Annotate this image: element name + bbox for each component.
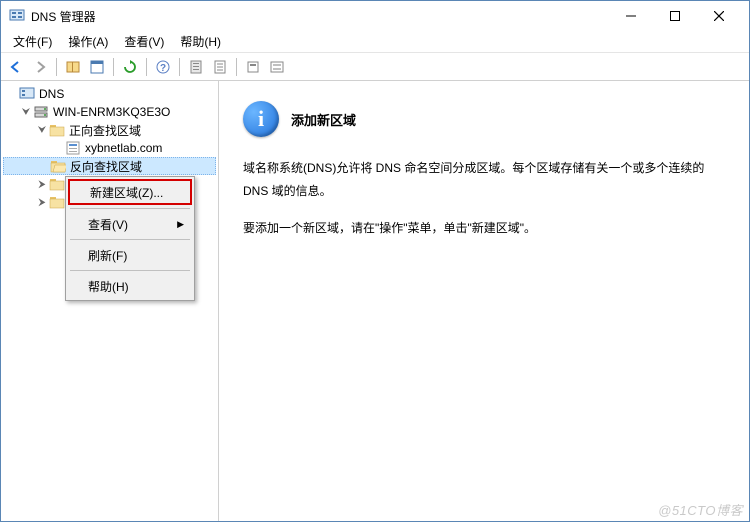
dns-icon [19, 86, 35, 102]
expander-icon[interactable]: ⮞ [35, 197, 49, 208]
toolbar-separator [179, 58, 180, 76]
tree-reverse-zone[interactable]: 反向查找区域 [3, 157, 216, 175]
menu-view[interactable]: 查看(V) [116, 30, 172, 53]
ctx-refresh[interactable]: 刷新(F) [68, 243, 192, 267]
menu-file[interactable]: 文件(F) [5, 30, 60, 53]
ctx-separator [70, 239, 190, 240]
toolbar-icon-b[interactable] [209, 56, 231, 78]
tree-label: DNS [39, 87, 64, 101]
tree-label: 正向查找区域 [69, 122, 141, 139]
window-title: DNS 管理器 [31, 8, 609, 25]
refresh-button[interactable] [119, 56, 141, 78]
toolbar-separator [236, 58, 237, 76]
folder-icon [49, 176, 65, 192]
ctx-label: 帮助(H) [88, 278, 129, 295]
tree-forward-zone[interactable]: ⮟ 正向查找区域 [3, 121, 216, 139]
context-menu: 新建区域(Z)... 查看(V) ▶ 刷新(F) 帮助(H) [65, 176, 195, 301]
folder-open-icon [50, 158, 66, 174]
ctx-help[interactable]: 帮助(H) [68, 274, 192, 298]
ctx-label: 新建区域(Z)... [90, 184, 163, 201]
menu-bar: 文件(F) 操作(A) 查看(V) 帮助(H) [1, 31, 749, 53]
app-icon [9, 8, 25, 24]
tree-label: 反向查找区域 [70, 158, 142, 175]
ctx-separator [70, 208, 190, 209]
content-area: DNS ⮟ WIN-ENRM3KQ3E3O ⮟ 正向查找区域 xybnetlab… [1, 81, 749, 521]
zone-icon [65, 140, 81, 156]
toolbar-separator [146, 58, 147, 76]
minimize-button[interactable] [609, 2, 653, 30]
toolbar-separator [113, 58, 114, 76]
forward-button[interactable] [29, 56, 51, 78]
expander-icon[interactable]: ⮟ [35, 125, 49, 136]
properties-button[interactable] [86, 56, 108, 78]
tree-forward-domain[interactable]: xybnetlab.com [3, 139, 216, 157]
close-button[interactable] [697, 2, 741, 30]
menu-action[interactable]: 操作(A) [60, 30, 116, 53]
tree-server[interactable]: ⮟ WIN-ENRM3KQ3E3O [3, 103, 216, 121]
tree-root-dns[interactable]: DNS [3, 85, 216, 103]
toolbar: ? [1, 53, 749, 81]
detail-pane: i 添加新区域 域名称系统(DNS)允许将 DNS 命名空间分成区域。每个区域存… [219, 81, 749, 521]
expander-icon[interactable]: ⮞ [35, 179, 49, 190]
detail-paragraph: 域名称系统(DNS)允许将 DNS 命名空间分成区域。每个区域存储有关一个或多个… [243, 157, 725, 203]
watermark: @51CTO博客 [658, 500, 743, 519]
help-button[interactable]: ? [152, 56, 174, 78]
maximize-button[interactable] [653, 2, 697, 30]
ctx-new-zone[interactable]: 新建区域(Z)... [68, 179, 192, 205]
detail-title: 添加新区域 [291, 110, 356, 129]
ctx-label: 查看(V) [88, 216, 128, 233]
submenu-arrow-icon: ▶ [177, 219, 184, 230]
ctx-label: 刷新(F) [88, 247, 127, 264]
toolbar-icon-a[interactable] [185, 56, 207, 78]
server-icon [33, 104, 49, 120]
ctx-view[interactable]: 查看(V) ▶ [68, 212, 192, 236]
info-icon: i [243, 101, 279, 137]
tree-label: WIN-ENRM3KQ3E3O [53, 105, 170, 119]
window-controls [609, 2, 741, 30]
menu-help[interactable]: 帮助(H) [172, 30, 229, 53]
detail-paragraph: 要添加一个新区域，请在"操作"菜单，单击"新建区域"。 [243, 217, 725, 240]
folder-icon [49, 122, 65, 138]
tree-label: xybnetlab.com [85, 141, 162, 155]
ctx-separator [70, 270, 190, 271]
toolbar-icon-c[interactable] [242, 56, 264, 78]
back-button[interactable] [5, 56, 27, 78]
folder-icon [49, 194, 65, 210]
toolbar-icon-d[interactable] [266, 56, 288, 78]
title-bar: DNS 管理器 [1, 1, 749, 31]
show-hide-button[interactable] [62, 56, 84, 78]
expander-icon[interactable]: ⮟ [19, 107, 33, 118]
svg-text:?: ? [160, 63, 166, 74]
tree-pane: DNS ⮟ WIN-ENRM3KQ3E3O ⮟ 正向查找区域 xybnetlab… [1, 81, 219, 521]
toolbar-separator [56, 58, 57, 76]
detail-header: i 添加新区域 [243, 101, 725, 137]
